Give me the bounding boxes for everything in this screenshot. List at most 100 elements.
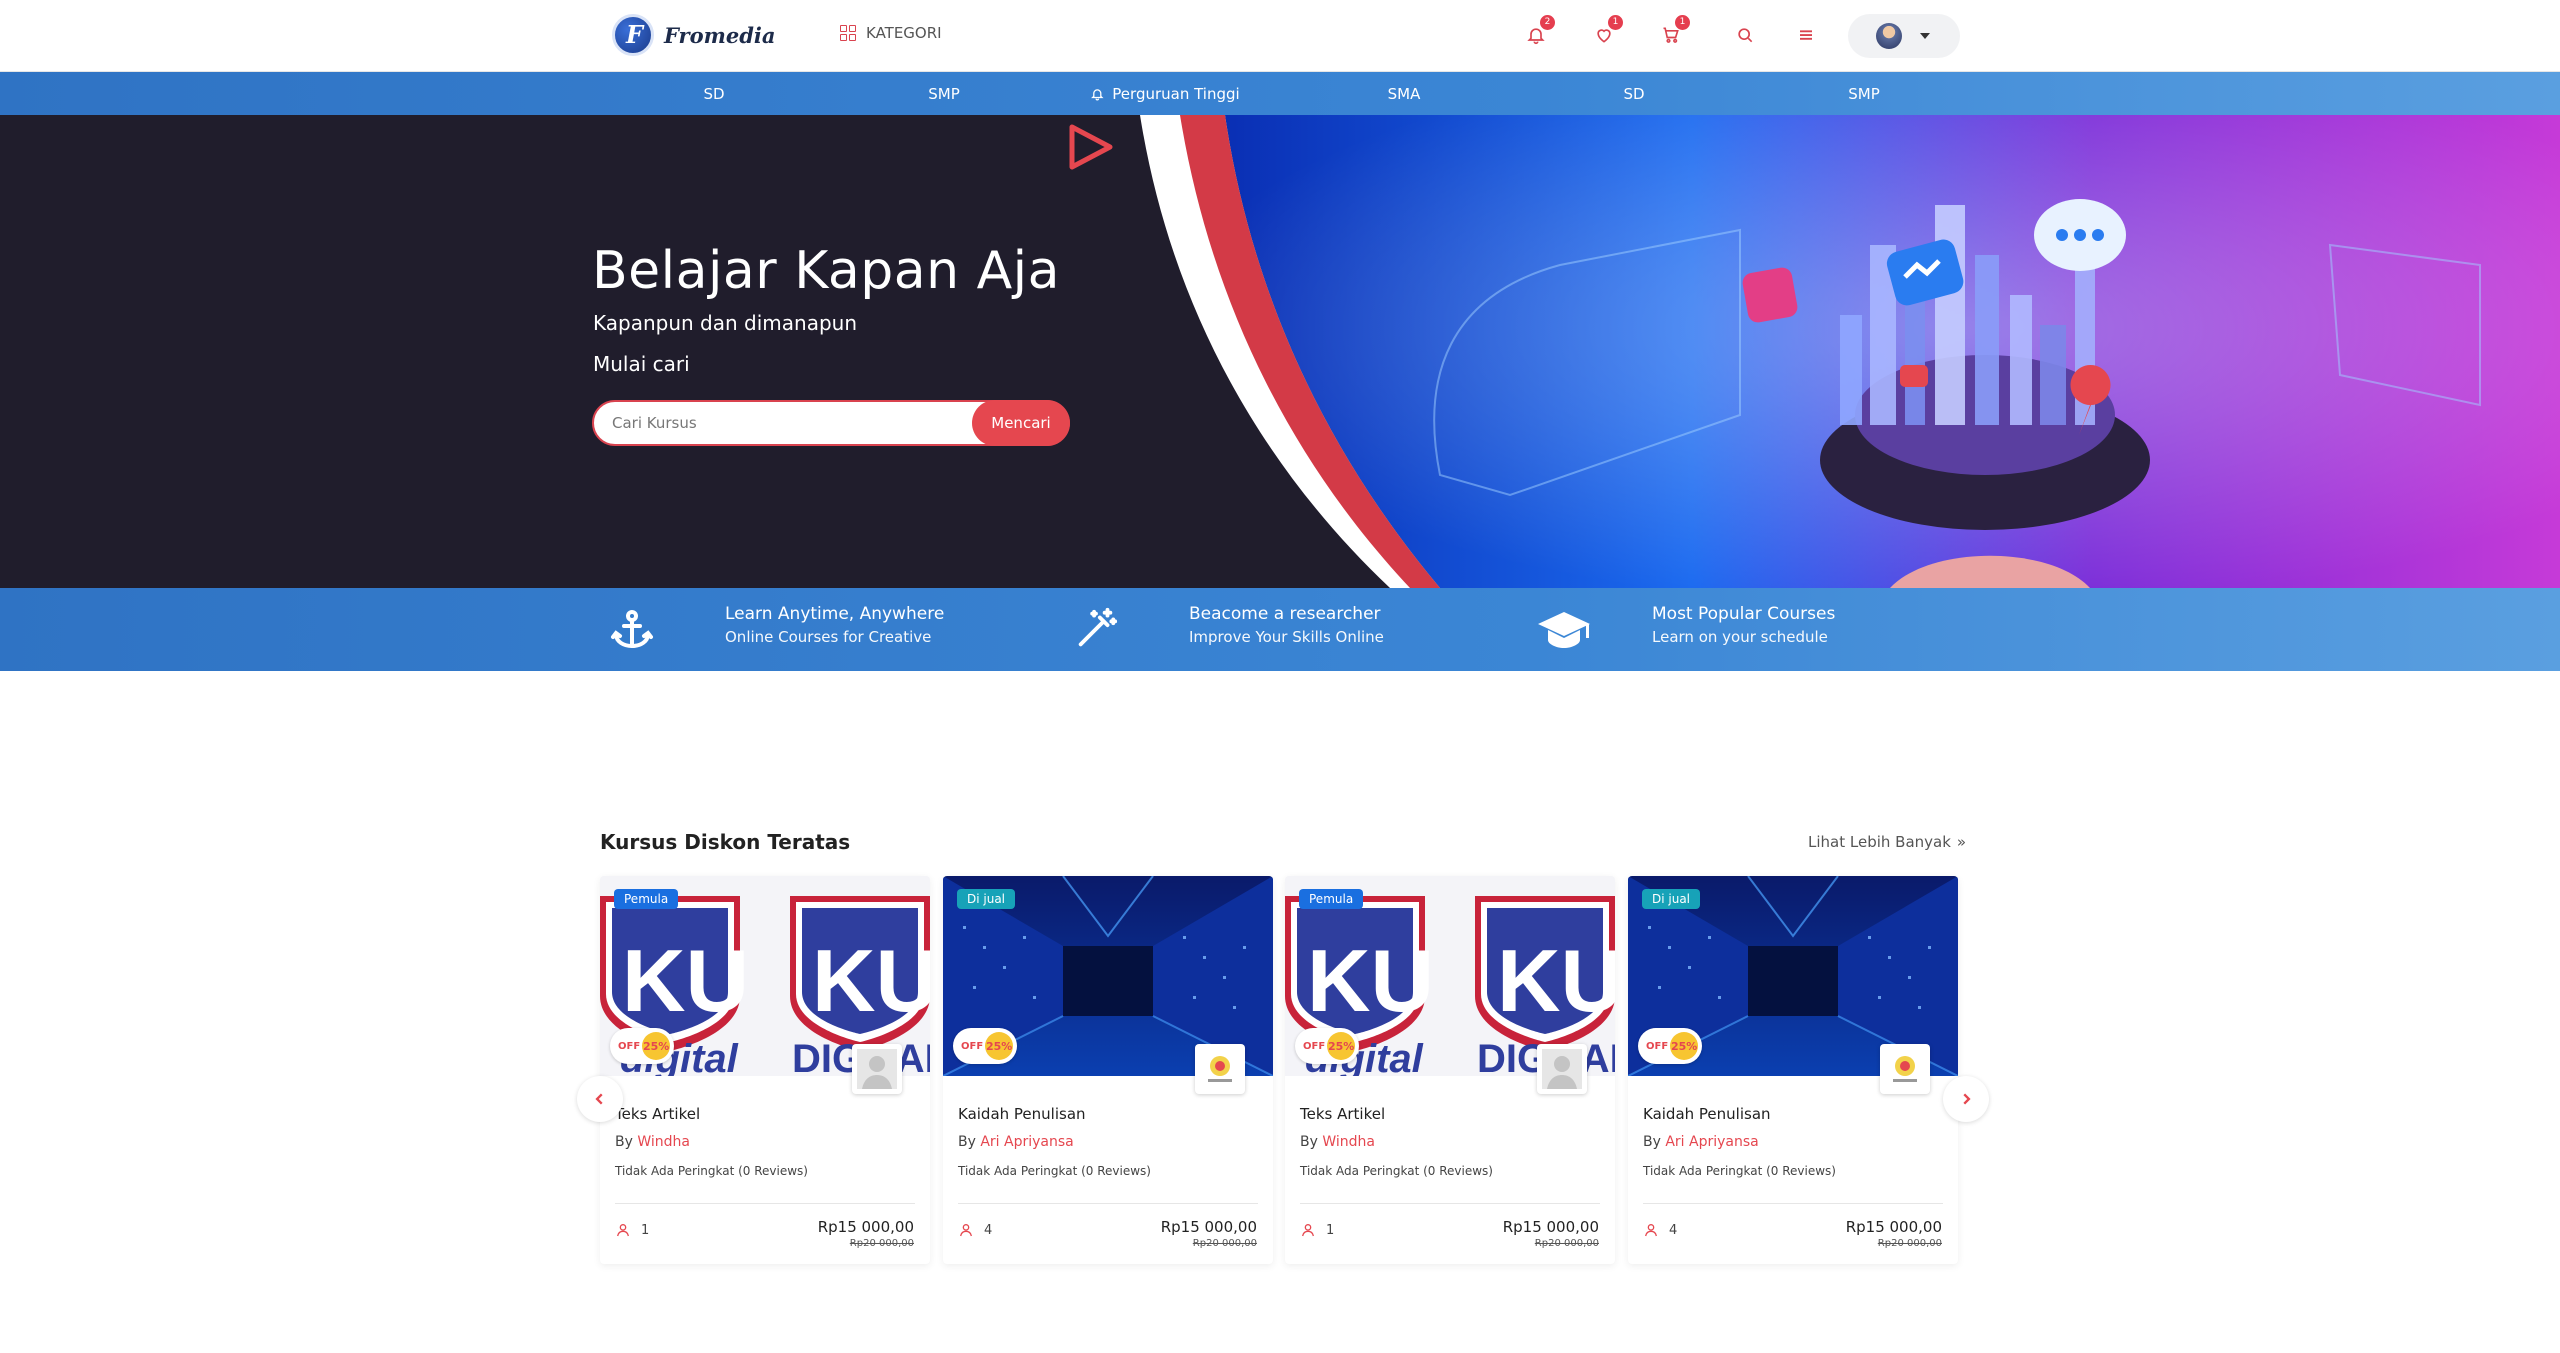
hero-subtitle: Kapanpun dan dimanapun <box>593 311 858 335</box>
off-label: OFF <box>961 1040 984 1052</box>
search-input[interactable] <box>612 402 942 444</box>
discount-badge: OFF 25% <box>610 1028 675 1064</box>
user-menu[interactable] <box>1848 14 1960 58</box>
students-value: 1 <box>1326 1222 1335 1238</box>
see-more-label: Lihat Lebih Banyak <box>1808 833 1951 851</box>
students-value: 4 <box>984 1222 993 1238</box>
course-author-line: By Windha <box>1300 1134 1375 1150</box>
by-label: By <box>1643 1134 1661 1150</box>
svg-text:KU: KU <box>622 931 749 1030</box>
menu-icon <box>1800 30 1812 40</box>
category-label: SMP <box>1848 84 1880 103</box>
bell-icon <box>1091 88 1104 100</box>
double-chevron-right-icon: » <box>1956 833 1967 851</box>
magic-wand-icon <box>1068 601 1124 657</box>
feature-text: Most Popular Courses Learn on your sched… <box>1652 604 1835 646</box>
course-price: Rp15 000,00 <box>1845 1218 1942 1236</box>
search-button[interactable] <box>1730 20 1760 50</box>
course-title[interactable]: Teks Artikel <box>615 1105 700 1123</box>
course-rating: Tidak Ada Peringkat (0 Reviews) <box>1643 1164 1836 1178</box>
course-price: Rp15 000,00 <box>1160 1218 1257 1236</box>
hero-background-art <box>0 115 2560 588</box>
category-smp-2[interactable]: SMP <box>1848 72 1880 115</box>
svg-text:KU: KU <box>812 931 930 1030</box>
course-author[interactable]: Ari Apriyansa <box>980 1134 1073 1150</box>
discount-percent: 25% <box>985 1032 1014 1060</box>
section-title: Kursus Diskon Teratas <box>600 830 851 854</box>
course-author[interactable]: Windha <box>1322 1134 1375 1150</box>
off-label: OFF <box>618 1040 641 1052</box>
category-smp[interactable]: SMP <box>928 72 960 115</box>
instructor-avatar[interactable] <box>852 1044 902 1094</box>
notifications-button[interactable]: 2 <box>1521 15 1555 50</box>
kategori-button[interactable]: KATEGORI <box>840 24 942 42</box>
course-title[interactable]: Kaidah Penulisan <box>958 1105 1086 1123</box>
wishlist-button[interactable]: 1 <box>1589 15 1623 50</box>
course-card[interactable]: KU KU digital DIGITAL Pemula OFF 25% Tek… <box>600 876 930 1264</box>
students-count: 1 <box>615 1222 649 1238</box>
svg-text:KU: KU <box>1497 931 1615 1030</box>
level-badge: Pemula <box>614 889 679 909</box>
chevron-down-icon <box>1920 33 1930 39</box>
category-sma[interactable]: SMA <box>1388 72 1421 115</box>
brand-logo[interactable]: Fromedia <box>612 14 775 56</box>
course-author[interactable]: Windha <box>637 1134 690 1150</box>
category-sd[interactable]: SD <box>703 72 724 115</box>
students-count: 4 <box>958 1222 992 1238</box>
course-author-line: By Windha <box>615 1134 690 1150</box>
instructor-avatar[interactable] <box>1880 1044 1930 1094</box>
anchor-icon <box>604 602 660 658</box>
discount-percent: 25% <box>1670 1032 1699 1060</box>
course-price: Rp15 000,00 <box>817 1218 914 1236</box>
chevron-right-icon <box>1963 1093 1971 1105</box>
see-more-link[interactable]: Lihat Lebih Banyak » <box>1808 833 1966 851</box>
course-title[interactable]: Kaidah Penulisan <box>1643 1105 1771 1123</box>
students-value: 4 <box>1669 1222 1678 1238</box>
feature-subtitle: Learn on your schedule <box>1652 628 1828 646</box>
course-author[interactable]: Ari Apriyansa <box>1665 1134 1758 1150</box>
cart-badge: 1 <box>1675 15 1690 30</box>
graduation-cap-icon <box>1536 602 1592 658</box>
course-old-price: Rp20 000,00 <box>1534 1238 1599 1249</box>
off-label: OFF <box>1646 1040 1669 1052</box>
user-icon <box>1645 1224 1657 1237</box>
hero-subtitle-2: Mulai cari <box>593 352 690 376</box>
instructor-avatar[interactable] <box>1195 1044 1245 1094</box>
features-strip: Learn Anytime, Anywhere Online Courses f… <box>0 588 2560 671</box>
course-author-line: By Ari Apriyansa <box>958 1134 1074 1150</box>
user-icon <box>1302 1224 1314 1237</box>
off-label: OFF <box>1303 1040 1326 1052</box>
divider <box>1300 1203 1600 1204</box>
instructor-avatar[interactable] <box>1537 1044 1587 1094</box>
category-label: SD <box>1623 84 1645 103</box>
menu-button[interactable] <box>1791 20 1821 50</box>
course-card[interactable]: KU KU digital DIGITAL Pemula OFF 25% Tek… <box>1285 876 1615 1264</box>
by-label: By <box>615 1134 633 1150</box>
divider <box>958 1203 1258 1204</box>
divider <box>1643 1203 1943 1204</box>
search-submit-button[interactable]: Mencari <box>972 400 1070 446</box>
cart-button[interactable]: 1 <box>1656 15 1690 50</box>
category-perguruan-tinggi[interactable]: Perguruan Tinggi <box>1090 72 1240 115</box>
search-icon <box>1738 28 1753 43</box>
course-card[interactable]: Di jual OFF 25% Kaidah Penulisan By Ari … <box>1628 876 1958 1264</box>
discount-percent: 25% <box>1327 1032 1356 1060</box>
level-badge: Di jual <box>957 889 1016 909</box>
feature-title: Beacome a researcher <box>1189 604 1381 624</box>
user-icon <box>617 1224 629 1237</box>
course-old-price: Rp20 000,00 <box>1877 1238 1942 1249</box>
carousel-next-button[interactable] <box>1943 1076 1989 1122</box>
by-label: By <box>958 1134 976 1150</box>
by-label: By <box>1300 1134 1318 1150</box>
notifications-badge: 2 <box>1540 15 1555 30</box>
level-badge: Pemula <box>1299 889 1364 909</box>
category-sd-2[interactable]: SD <box>1623 72 1644 115</box>
course-card[interactable]: Di jual OFF 25% Kaidah Penulisan By Ari … <box>943 876 1273 1264</box>
feature-subtitle: Online Courses for Creative <box>725 628 932 646</box>
course-title[interactable]: Teks Artikel <box>1300 1105 1385 1123</box>
logo-icon <box>612 14 654 56</box>
course-old-price: Rp20 000,00 <box>1192 1238 1257 1249</box>
course-rating: Tidak Ada Peringkat (0 Reviews) <box>958 1164 1151 1178</box>
carousel-prev-button[interactable] <box>577 1076 623 1122</box>
category-label: SMP <box>928 84 960 103</box>
